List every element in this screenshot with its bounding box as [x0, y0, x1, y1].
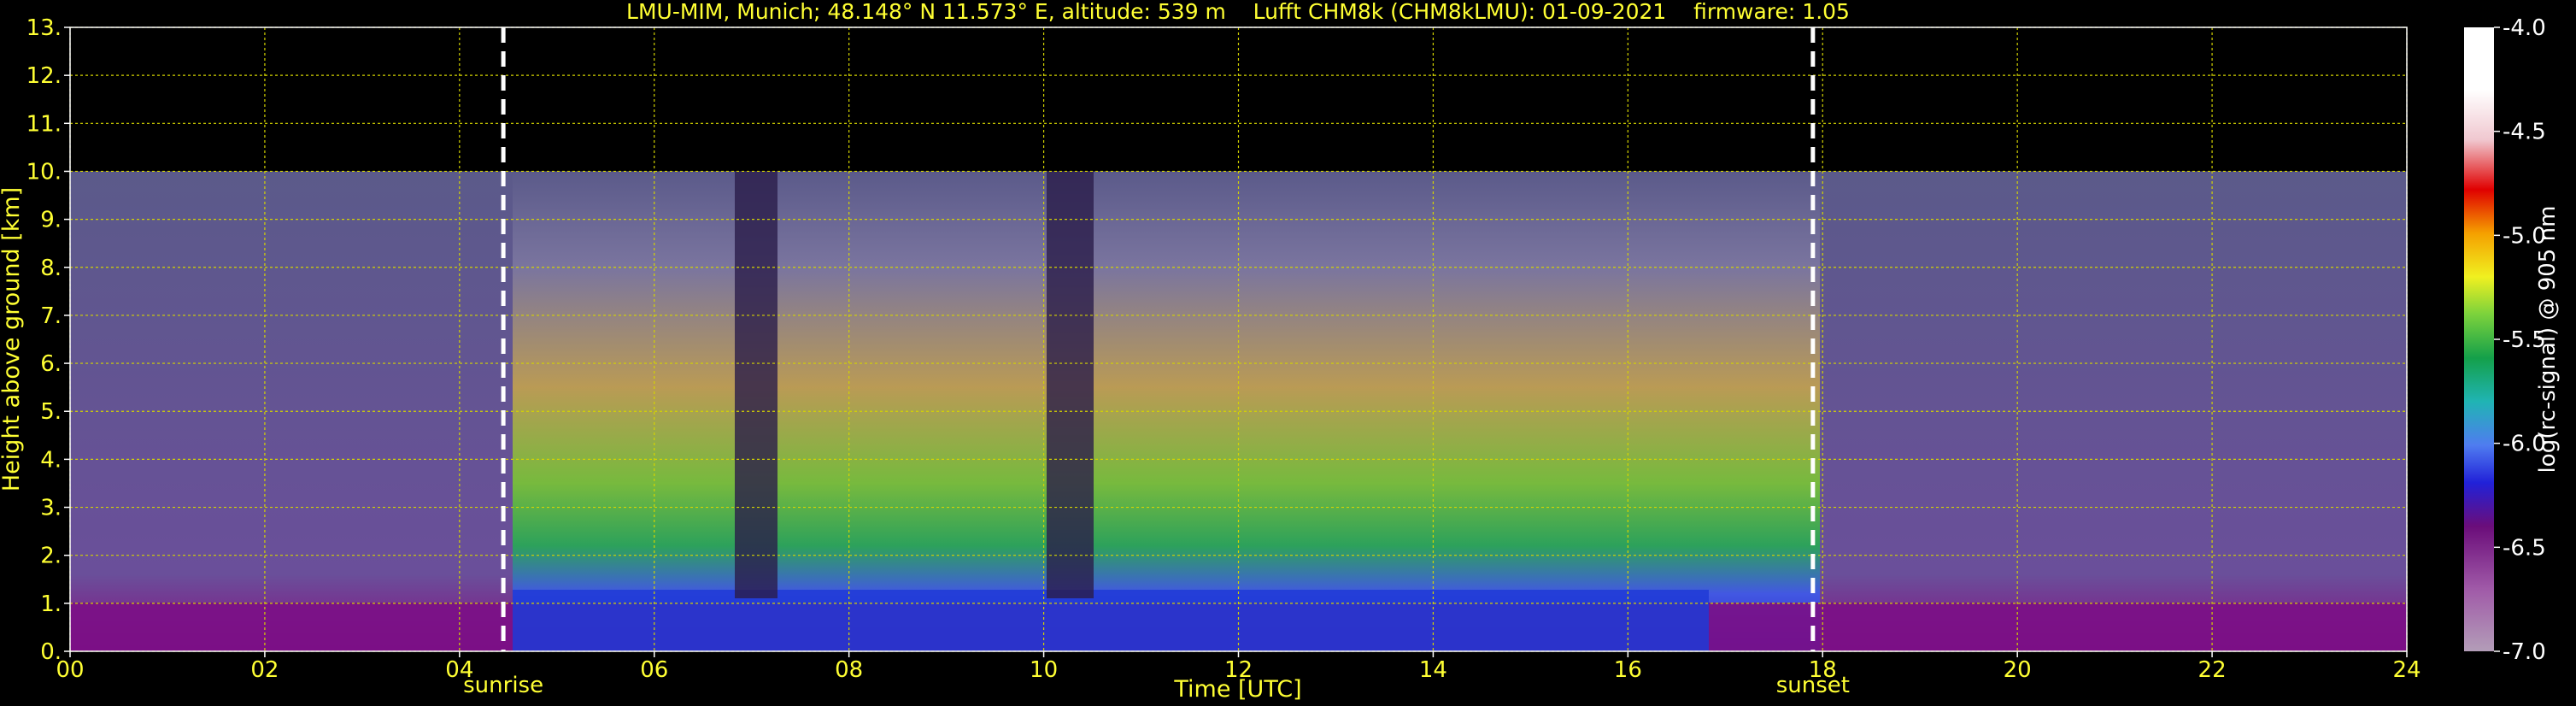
y-tick-label: 1. [40, 591, 62, 617]
ceilometer-chart: sunrise sunset 00 02 04 06 08 10 12 14 16 18 20 22 24… [0, 0, 2561, 703]
y-tick-label: 12. [26, 63, 62, 89]
x-tick-label: 14 [1419, 657, 1447, 683]
y-tick-label: 10. [26, 159, 62, 185]
dark-column [735, 171, 777, 598]
chart-title: LMU-MIM, Munich; 48.148° N 11.573° E, al… [626, 0, 1850, 24]
x-tick-label: 22 [2198, 657, 2227, 683]
x-tick-label: 20 [2004, 657, 2032, 683]
y-tick-label: 7. [40, 303, 62, 329]
x-tick-label: 10 [1030, 657, 1058, 683]
y-tick-label: 3. [40, 496, 62, 521]
y-tick-label: 6. [40, 351, 62, 377]
colorbar-tick-label: -7.0 [2503, 639, 2546, 665]
y-tick-label: 2. [40, 544, 62, 569]
x-tick-label: 06 [640, 657, 668, 683]
x-tick-label: 04 [445, 657, 473, 683]
x-tick-label: 02 [250, 657, 279, 683]
colorbar-label: log(rc-signal) @ 905 nm [2535, 206, 2561, 474]
x-tick-label: 24 [2392, 657, 2421, 683]
boundary-layer-day [513, 590, 1709, 651]
x-tick-label: 08 [835, 657, 863, 683]
y-tick-label: 8. [40, 256, 62, 281]
y-axis-ticks: 0. 1. 2. 3. 4. 5. 6. 7. 8. 9. 10. 11. 12. 13. [26, 15, 70, 665]
sunrise-label: sunrise [463, 673, 543, 698]
x-axis-label: Time [UTC] [1173, 676, 1301, 703]
colorbar-tick-label: -4.0 [2503, 15, 2546, 41]
y-tick-label: 11. [26, 111, 62, 137]
y-tick-label: 13. [26, 15, 62, 41]
y-tick-label: 0. [40, 639, 62, 665]
y-axis-label: Height above ground [km] [0, 187, 25, 491]
y-tick-label: 4. [40, 447, 62, 473]
x-tick-label: 18 [1809, 657, 1837, 683]
colorbar-tick-label: -4.5 [2503, 120, 2546, 145]
colorbar [2464, 27, 2494, 651]
dark-column [1047, 171, 1094, 598]
y-tick-label: 9. [40, 208, 62, 233]
y-tick-label: 5. [40, 399, 62, 425]
x-tick-label: 16 [1614, 657, 1642, 683]
colorbar-tick-label: -6.5 [2503, 535, 2546, 561]
